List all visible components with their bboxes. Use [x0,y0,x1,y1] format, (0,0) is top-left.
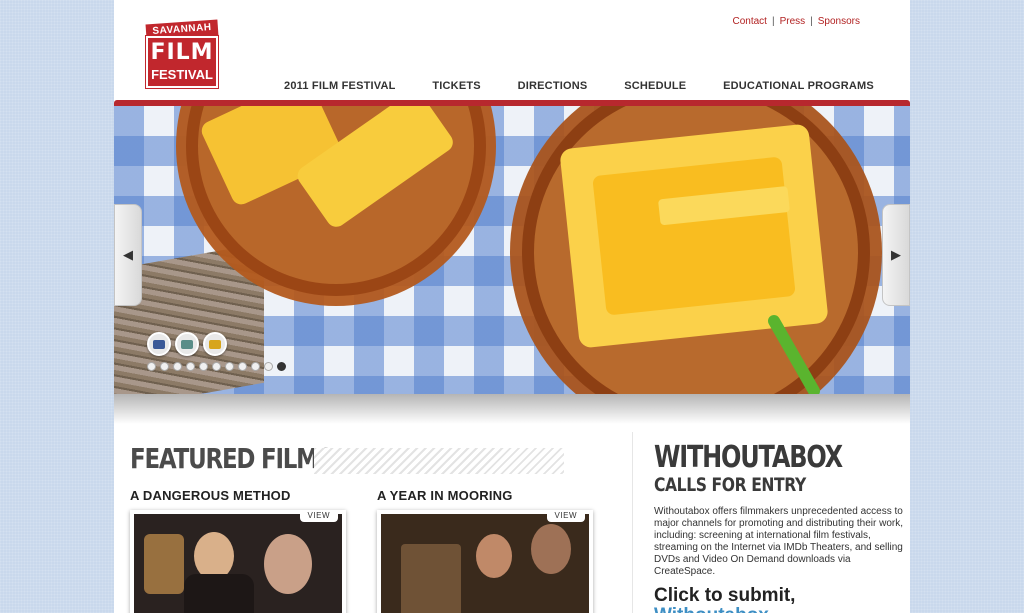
press-link[interactable]: Press [780,16,806,27]
logo-film-text: FILM [150,40,214,65]
link-separator: | [810,16,813,27]
withoutabox-subheading: CALLS FOR ENTRY [654,474,806,496]
chevron-right-icon: ▶ [891,247,901,262]
slide-thumb-2[interactable] [175,332,199,356]
film-still-dangerous-method [134,514,342,613]
slide-dot[interactable] [147,362,156,371]
contact-link[interactable]: Contact [733,16,767,27]
featured-films-heading: FEATURED FILMS [130,442,334,475]
slide-dot[interactable] [238,362,247,371]
slide-thumbnails [147,332,227,356]
utility-links: Contact | Press | Sponsors [733,16,861,27]
film-card-dangerous-method[interactable]: VIEW [130,510,346,613]
withoutabox-heading: WITHOUTABOX [654,440,843,475]
slide-dot[interactable] [212,362,221,371]
main-nav: 2011 FILM FESTIVAL TICKETS DIRECTIONS SC… [284,80,874,96]
logo-festival-text: FESTIVAL [151,67,213,82]
slide-dot[interactable] [225,362,234,371]
page-container: SAVANNAH FILM FESTIVAL Contact | Press |… [114,0,910,613]
view-button[interactable]: VIEW [546,510,585,522]
nav-item-2011-film-festival[interactable]: 2011 FILM FESTIVAL [284,80,396,96]
iced-tea-illustration [176,106,882,394]
link-separator: | [771,16,775,27]
slide-dot-active[interactable] [277,362,286,371]
nav-item-tickets[interactable]: TICKETS [432,80,480,96]
chevron-left-icon: ◀ [123,247,133,262]
heading-stripe-decoration [314,448,564,474]
withoutabox-link[interactable]: Withoutabox [654,605,769,613]
festival-logo[interactable]: SAVANNAH FILM FESTIVAL [144,19,220,89]
withoutabox-description: Withoutabox offers filmmakers unpreceden… [654,506,904,577]
thumb-swatch [181,339,193,349]
nav-item-directions[interactable]: DIRECTIONS [518,80,588,96]
column-divider [632,432,633,613]
film-title-dangerous-method[interactable]: A DANGEROUS METHOD [130,488,291,503]
slider-prev-button[interactable]: ◀ [114,204,142,306]
thumb-swatch [153,339,165,349]
slide-dot[interactable] [173,362,182,371]
film-still-year-in-mooring [381,514,589,613]
slide-dot[interactable] [199,362,208,371]
slide-dot[interactable] [251,362,260,371]
hero-shadow [114,394,910,424]
slide-dot[interactable] [186,362,195,371]
slide-thumb-3[interactable] [203,332,227,356]
slide-thumb-1[interactable] [147,332,171,356]
logo-box: FILM FESTIVAL [145,35,219,89]
film-title-year-in-mooring[interactable]: A YEAR IN MOORING [377,488,513,503]
slide-dot[interactable] [160,362,169,371]
submit-cta[interactable]: Click to submit, [654,585,795,607]
slide-dot[interactable] [264,362,273,371]
view-button[interactable]: VIEW [299,510,338,522]
hero-slide-image [114,106,910,394]
sponsors-link[interactable]: Sponsors [818,16,860,27]
slide-pagination [147,362,286,371]
slider-next-button[interactable]: ▶ [882,204,910,306]
nav-item-educational-programs[interactable]: EDUCATIONAL PROGRAMS [723,80,874,96]
film-card-year-in-mooring[interactable]: VIEW [377,510,593,613]
thumb-swatch [209,339,221,349]
nav-item-schedule[interactable]: SCHEDULE [624,80,686,96]
